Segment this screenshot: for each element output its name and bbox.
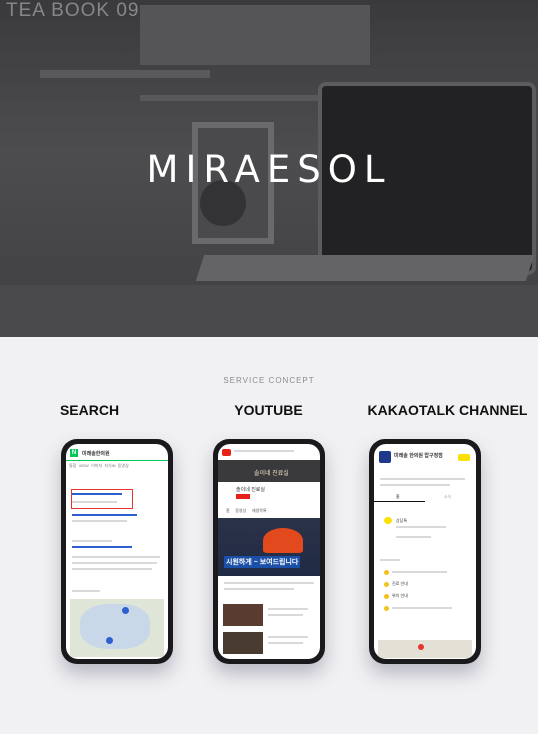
map-pin-icon: [122, 607, 129, 614]
result-text-bar: [72, 590, 100, 592]
section-label-bar: [380, 559, 400, 561]
video-title-bar: [268, 642, 303, 644]
youtube-title-bar: [234, 450, 294, 452]
tab-home[interactable]: 홈: [226, 508, 230, 513]
thumbnail-caption: 시원하게 ~ 보여드립니다: [224, 556, 301, 568]
map-view[interactable]: [70, 599, 164, 657]
search-tabs[interactable]: 통합 VIEW 이미지 지식iN 동영상: [69, 463, 129, 469]
channel-profile-icon: [379, 451, 391, 463]
hero-banner: TEA BOOK 09 MIRAESOL: [0, 0, 538, 337]
menu-item-location[interactable]: 위치 안내: [392, 593, 408, 599]
tab-kin[interactable]: 지식iN: [104, 463, 115, 468]
menu-item-detail: [396, 536, 431, 538]
tab-indicator: [374, 501, 425, 502]
description-bar: [380, 484, 450, 486]
service-concept-label: SERVICE CONCEPT: [223, 376, 315, 385]
chat-icon: [384, 517, 392, 524]
service-title-kakaotalk: KAKAOTALK CHANNEL: [367, 402, 528, 418]
kakao-screen: 미래솔 한의원 압구정점 홈 소식 상담톡 진료 안내 위치 안내: [374, 444, 476, 659]
video-title-bar: [224, 588, 294, 590]
video-thumbnail[interactable]: 시원하게 ~ 보여드립니다: [218, 518, 320, 576]
video-title-bar: [268, 608, 308, 610]
tab-news[interactable]: 소식: [444, 494, 451, 500]
result-text-bar: [72, 520, 127, 522]
search-screen: N 미래솔한의원 통합 VIEW 이미지 지식iN 동영상: [66, 444, 168, 659]
result-text-bar: [72, 556, 160, 558]
youtube-screen: 솔이네 진료실 솔이네 진료실 홈 동영상 재생목록 시원하게 ~ 보여드립니다: [218, 444, 320, 659]
list-bullet-icon: [384, 606, 389, 611]
hero-title: MIRAESOL: [146, 148, 392, 191]
naver-logo-icon: N: [70, 449, 78, 457]
result-link-bar: [72, 546, 132, 548]
phone-kakaotalk: 미래솔 한의원 압구정점 홈 소식 상담톡 진료 안내 위치 안내: [369, 439, 481, 664]
menu-item-detail: [396, 526, 446, 528]
tab-home[interactable]: 홈: [396, 494, 400, 500]
description-bar: [380, 478, 465, 480]
kakao-button[interactable]: [458, 454, 470, 461]
result-text-bar: [72, 568, 152, 570]
search-divider: [66, 460, 168, 461]
result-link-bar: [72, 493, 122, 495]
tab-playlists[interactable]: 재생목록: [252, 508, 267, 513]
result-text-bar: [72, 562, 157, 564]
channel-tabs[interactable]: 홈 동영상 재생목록: [226, 508, 267, 514]
tab-image[interactable]: 이미지: [91, 463, 102, 468]
shelf-shape: [140, 95, 320, 101]
window-frame: [140, 5, 370, 65]
list-item[interactable]: [392, 571, 447, 573]
channel-name: 미래솔 한의원 압구정점: [394, 453, 443, 459]
thumbnail-fire: [263, 528, 303, 553]
tab-all[interactable]: 통합: [69, 463, 76, 468]
result-link-bar: [72, 514, 137, 516]
video-title-bar: [268, 636, 308, 638]
result-text-bar: [72, 540, 112, 542]
menu-item-chat[interactable]: 상담톡: [396, 518, 407, 524]
tab-video[interactable]: 동영상: [118, 463, 129, 468]
video-title-bar: [224, 582, 314, 584]
phone-youtube: 솔이네 진료실 솔이네 진료실 홈 동영상 재생목록 시원하게 ~ 보여드립니다: [213, 439, 325, 664]
desk-surface: [0, 285, 538, 337]
list-item[interactable]: [392, 607, 452, 609]
search-query[interactable]: 미래솔한의원: [82, 450, 110, 457]
shelf-shape: [40, 70, 210, 78]
channel-banner: 솔이네 진료실: [218, 460, 320, 482]
laptop-base: [195, 255, 535, 281]
map-pin-icon: [418, 644, 424, 650]
list-bullet-icon: [384, 594, 389, 599]
tab-videos[interactable]: 동영상: [235, 508, 246, 513]
map-pin-icon: [106, 637, 113, 644]
highlight-box[interactable]: [71, 489, 133, 509]
list-bullet-icon: [384, 570, 389, 575]
service-title-search: SEARCH: [59, 402, 120, 418]
channel-banner-text: 솔이네 진료실: [254, 471, 289, 477]
video-title-bar: [268, 614, 303, 616]
map-view[interactable]: [378, 640, 472, 658]
hero-decor-text: TEA BOOK 09: [6, 0, 140, 21]
service-title-youtube: YOUTUBE: [234, 402, 303, 418]
youtube-logo-icon: [222, 449, 231, 456]
video-thumbnail[interactable]: [223, 604, 263, 626]
channel-name: 솔이네 진료실: [236, 487, 265, 493]
tab-view[interactable]: VIEW: [79, 463, 89, 468]
menu-item-treatment[interactable]: 진료 안내: [392, 581, 408, 587]
map-water: [80, 604, 150, 649]
list-bullet-icon: [384, 582, 389, 587]
video-thumbnail[interactable]: [223, 632, 263, 654]
phone-search: N 미래솔한의원 통합 VIEW 이미지 지식iN 동영상: [61, 439, 173, 664]
subscribe-button[interactable]: [236, 494, 250, 499]
result-text-bar: [72, 501, 117, 503]
